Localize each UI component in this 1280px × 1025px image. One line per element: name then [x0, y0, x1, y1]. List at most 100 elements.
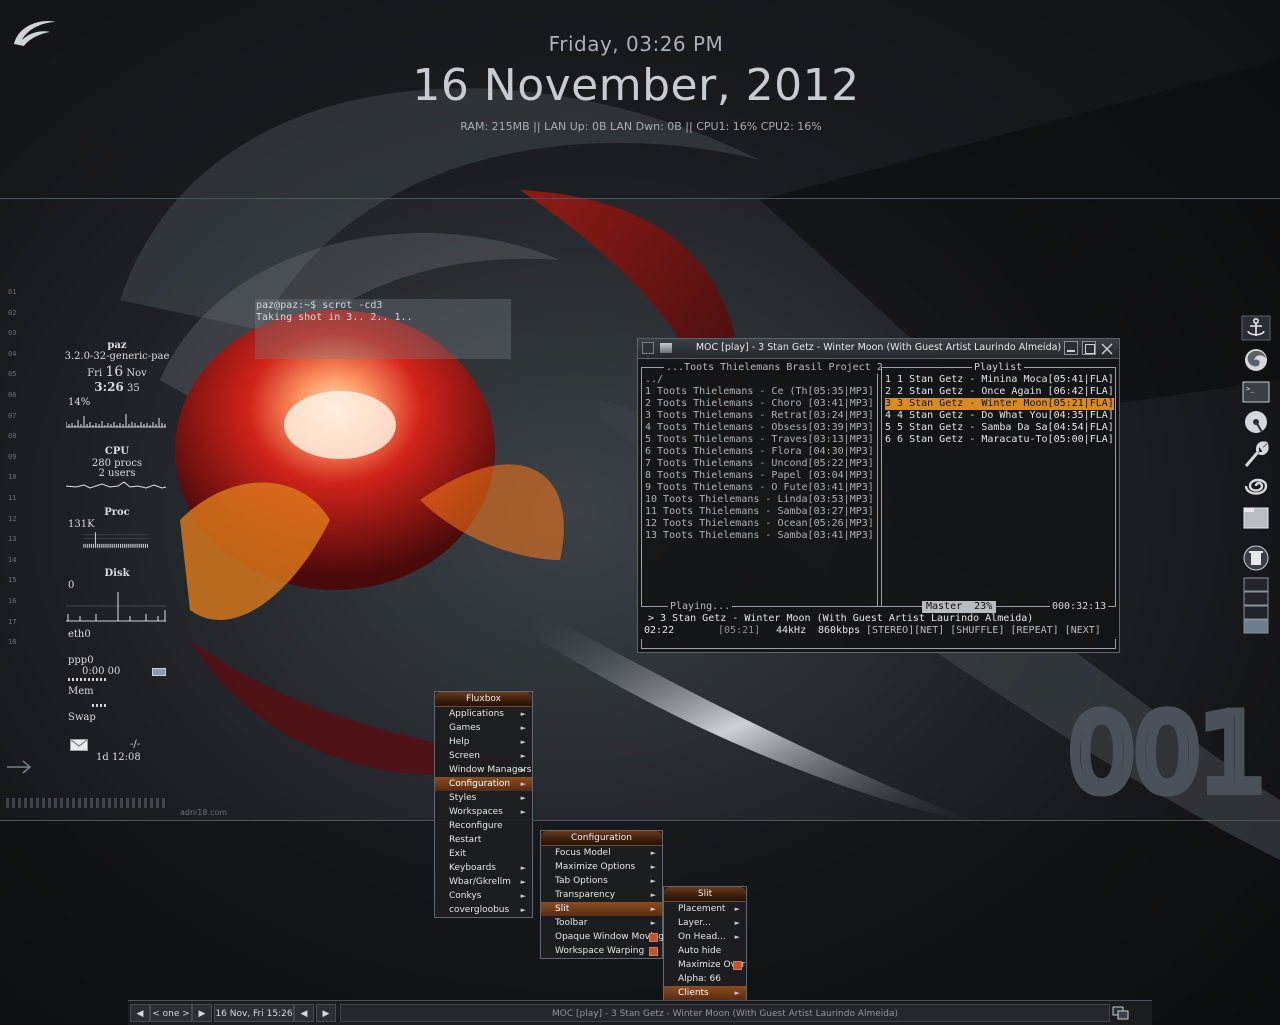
file-list-item[interactable]: 6 Toots Thielemans - Flora [04:30|MP3] [645, 446, 874, 458]
terminal-window[interactable]: paz@paz:~$ scrot -cd3 Taking shot in 3..… [255, 299, 511, 359]
file-manager-icon[interactable] [1240, 504, 1272, 532]
file-list-item[interactable]: 10 Toots Thielemans - Linda[03:53|MP3] [645, 494, 874, 506]
playlist-item[interactable]: 2 2 Stan Getz - Once Again [06:42|FLA] [885, 386, 1114, 398]
fluxbox-menu-item[interactable]: Games ► [435, 721, 532, 735]
workspace-name[interactable]: < one > [150, 1004, 192, 1022]
file-list-item[interactable]: 11 Toots Thielemans - Samba[03:27|MP3] [645, 506, 874, 518]
fluxbox-menu-item[interactable]: Reconfigure [435, 819, 532, 833]
fluxbox-menu-item[interactable]: Wbar/Gkrellm ► [435, 875, 532, 889]
slit-menu-item[interactable]: Placement ► [664, 902, 746, 916]
conky-mem-label: Mem [68, 686, 94, 697]
file-list-item[interactable]: 7 Toots Thielemans - Uncond[05:22|MP3] [645, 458, 874, 470]
arrow-right-icon [7, 760, 32, 774]
prev-window-button[interactable]: ◀ [294, 1004, 314, 1022]
file-list-item[interactable]: 1 Toots Thielemans - Ce (Th[05:35|MP3] [645, 386, 874, 398]
file-browser-up-dir[interactable]: ../ [645, 374, 663, 386]
playlist-item[interactable]: 4 4 Stan Getz - Do What You[04:35|FLA] [885, 410, 1114, 422]
minimize-button[interactable] [1064, 341, 1078, 355]
fluxbox-menu-item[interactable]: Exit [435, 847, 532, 861]
playlist-header: Playlist [972, 362, 1025, 374]
checkbox-icon[interactable] [733, 961, 742, 970]
fluxbox-menu-item-label: Keyboards [449, 863, 496, 873]
file-list-item[interactable]: 5 Toots Thielemans - Traves[03:13|MP3] [645, 434, 874, 446]
file-browser-pane[interactable]: ...Toots Thielemans Brasil Project 2 ../… [641, 362, 885, 607]
fluxbox-menu-item[interactable]: Conkys ► [435, 889, 532, 903]
proc-graph [83, 532, 149, 548]
slit-menu-item[interactable]: Layer... ► [664, 916, 746, 930]
configuration-menu-item[interactable]: Maximize Options ► [541, 860, 662, 874]
system-stats-line: RAM: 215MB || LAN Up: 0B LAN Dwn: 0B || … [460, 120, 822, 133]
configuration-submenu[interactable]: Configuration Focus Model ► Maximize Optio… [540, 830, 664, 959]
conky-swap-label: Swap [68, 712, 96, 723]
slit-submenu[interactable]: Slit Placement ► Layer... ► On Head... ► Auto … [663, 886, 747, 1001]
anchor-icon[interactable] [1240, 314, 1272, 342]
fluxbox-menu-item[interactable]: Styles ► [435, 791, 532, 805]
slit-menu-item[interactable]: Clients ► [664, 986, 746, 1000]
workspace-pager-icon[interactable] [1240, 576, 1272, 634]
moc-player-window[interactable]: MOC [play] - 3 Stan Getz - Winter Moon (… [637, 338, 1120, 653]
fluxbox-menu-item[interactable]: Applications ► [435, 707, 532, 721]
conky-date: Fri 16 Nov [62, 364, 172, 380]
playlist-item[interactable]: 3 3 Stan Getz - Winter Moon[05:21|FLA] [885, 398, 1114, 410]
fluxbox-root-menu[interactable]: Fluxbox Applications ► Games ► Help ► Screen ► W… [434, 691, 533, 918]
file-list-item[interactable]: 8 Toots Thielemans - Papel [03:04|MP3] [645, 470, 874, 482]
submenu-arrow-icon: ► [650, 905, 656, 913]
slit-menu-item[interactable]: Auto hide [664, 944, 746, 958]
firefox-icon[interactable] [1240, 346, 1272, 374]
master-volume[interactable]: Master 23% [922, 601, 997, 613]
checkbox-icon[interactable] [649, 947, 658, 956]
file-list-item[interactable]: 4 Toots Thielemans - Obsess[03:39|MP3] [645, 422, 874, 434]
playlist-pane[interactable]: Playlist 1 1 Stan Getz - Minina Moca[05:… [881, 362, 1116, 607]
disk-utility-icon[interactable] [1240, 408, 1272, 436]
systray-windows-icon[interactable] [1110, 1004, 1132, 1022]
cpu-line-graph [66, 481, 166, 489]
playlist-item[interactable]: 5 5 Stan Getz - Samba Da Sa[04:54|FLA] [885, 422, 1114, 434]
fluxbox-menu-item[interactable]: Restart [435, 833, 532, 847]
configuration-menu-item[interactable]: Tab Options ► [541, 874, 662, 888]
slit-menu-item[interactable]: Maximize Over [664, 958, 746, 972]
line-number: 05 [8, 370, 17, 379]
file-list-item[interactable]: 13 Toots Thielemans - Samba[03:41|MP3] [645, 530, 874, 542]
fluxbox-menu-item[interactable]: Configuration ► [435, 777, 532, 791]
file-list-item[interactable]: 3 Toots Thielemans - Retrat[03:24|MP3] [645, 410, 874, 422]
fluxbox-menu-item[interactable]: Workspaces ► [435, 805, 532, 819]
fluxbox-menu-item[interactable]: Help ► [435, 735, 532, 749]
maximize-button[interactable] [1082, 341, 1096, 355]
fluxbox-menu-item-label: Configuration [449, 779, 511, 789]
close-button[interactable] [1100, 341, 1114, 355]
fluxbox-menu-item[interactable]: Window Managers ► [435, 763, 532, 777]
configuration-menu-item[interactable]: Toolbar ► [541, 916, 662, 930]
fluxbox-menu-item-label: Exit [449, 849, 467, 859]
moc-titlebar[interactable]: MOC [play] - 3 Stan Getz - Winter Moon (… [638, 339, 1119, 359]
taskbar-item-moc[interactable]: MOC [play] - 3 Stan Getz - Winter Moon (… [340, 1004, 1110, 1022]
configuration-menu-item[interactable]: Slit ► [541, 902, 662, 916]
slit-menu-item[interactable]: Alpha: 66 [664, 972, 746, 986]
terminal-icon[interactable]: >_ [1240, 378, 1272, 406]
playlist-item[interactable]: 1 1 Stan Getz - Minina Moca[05:41|FLA] [885, 374, 1114, 386]
wrench-icon[interactable] [1240, 440, 1272, 468]
now-playing-title: > 3 Stan Getz - Winter Moon (With Guest … [648, 613, 1034, 624]
prev-workspace-button[interactable]: ◀ [130, 1004, 150, 1022]
trash-icon[interactable] [1240, 544, 1272, 572]
spiral-icon[interactable] [1240, 472, 1272, 500]
file-list-item[interactable]: 12 Toots Thielemans - Ocean[05:26|MP3] [645, 518, 874, 530]
next-window-button[interactable]: ▶ [316, 1004, 336, 1022]
configuration-menu-item[interactable]: Opaque Window Moving [541, 930, 664, 944]
file-list-item[interactable]: 9 Toots Thielemans - O Fute[03:41|MP3] [645, 482, 874, 494]
fluxbox-menu-item[interactable]: Keyboards ► [435, 861, 532, 875]
configuration-menu-item[interactable]: Transparency ► [541, 888, 662, 902]
fluxbox-menu-item[interactable]: covergloobus ► [435, 903, 532, 917]
configuration-menu-item[interactable]: Workspace Warping [541, 944, 662, 958]
track-duration: [05:21] [718, 625, 761, 636]
checkbox-icon[interactable] [649, 933, 658, 942]
fluxbox-menu-item[interactable]: Screen ► [435, 749, 532, 763]
total-time: 000:32:13 [1050, 601, 1109, 613]
slit-menu-item[interactable]: On Head... ► [664, 930, 746, 944]
next-workspace-button[interactable]: ▶ [192, 1004, 212, 1022]
maximize-icon [1085, 344, 1095, 354]
submenu-arrow-icon: ► [520, 878, 526, 886]
configuration-menu-item[interactable]: Focus Model ► [541, 846, 662, 860]
playlist-item[interactable]: 6 6 Stan Getz - Maracatu-To[05:00|FLA] [885, 434, 1114, 446]
bottom-band-divider [0, 820, 1280, 821]
file-list-item[interactable]: 2 Toots Thielemans - Choro [03:41|MP3] [645, 398, 874, 410]
